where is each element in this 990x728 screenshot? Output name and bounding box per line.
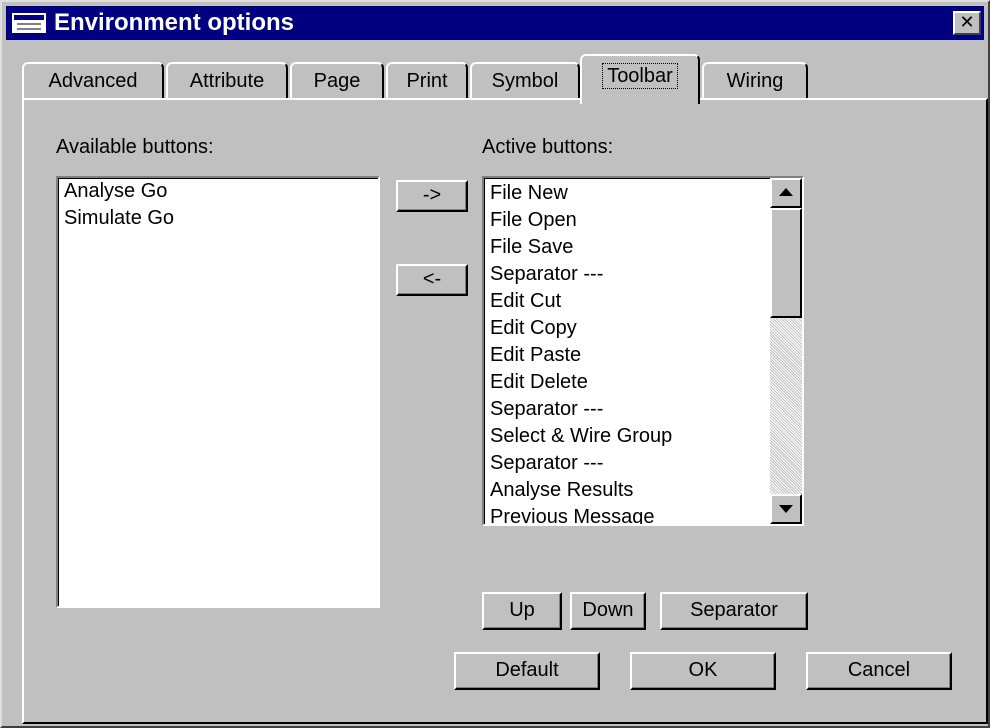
tab-label: Attribute — [189, 70, 265, 92]
tab-page[interactable]: Page — [290, 62, 384, 100]
active-buttons-list[interactable]: File New File Open File Save Separator -… — [482, 176, 804, 526]
list-item[interactable]: Edit Copy — [484, 315, 770, 342]
active-buttons-items: File New File Open File Save Separator -… — [484, 180, 770, 524]
available-buttons-label: Available buttons: — [56, 136, 214, 158]
active-list-scrollbar[interactable] — [770, 178, 802, 524]
toolbar-tab-panel: Available buttons: Analyse Go Simulate G… — [22, 98, 988, 724]
list-item[interactable]: Separator --- — [484, 450, 770, 477]
tab-label: Toolbar — [602, 63, 678, 89]
add-button[interactable]: -> — [396, 180, 468, 212]
list-item[interactable]: Separator --- — [484, 396, 770, 423]
tab-attribute[interactable]: Attribute — [166, 62, 288, 100]
tab-label: Page — [313, 70, 361, 92]
tab-print[interactable]: Print — [386, 62, 468, 100]
list-item[interactable]: Edit Cut — [484, 288, 770, 315]
close-icon[interactable]: ✕ — [953, 11, 981, 35]
down-button[interactable]: Down — [570, 592, 646, 630]
tab-label: Wiring — [726, 70, 784, 92]
tab-symbol[interactable]: Symbol — [470, 62, 580, 100]
list-item[interactable]: File Save — [484, 234, 770, 261]
list-item[interactable]: File Open — [484, 207, 770, 234]
tab-wiring[interactable]: Wiring — [702, 62, 808, 100]
window-title: Environment options — [54, 9, 294, 36]
list-item[interactable]: Analyse Go — [58, 178, 378, 205]
environment-options-dialog: Environment options ✕ Advanced Attribute… — [0, 0, 990, 728]
list-item[interactable]: Separator --- — [484, 261, 770, 288]
ok-button[interactable]: OK — [630, 652, 776, 690]
list-item[interactable]: Edit Paste — [484, 342, 770, 369]
available-buttons-list[interactable]: Analyse Go Simulate Go — [56, 176, 380, 608]
remove-button[interactable]: <- — [396, 264, 468, 296]
active-buttons-label: Active buttons: — [482, 136, 614, 158]
scroll-down-arrow-icon[interactable] — [770, 494, 802, 524]
separator-button[interactable]: Separator — [660, 592, 808, 630]
cancel-button[interactable]: Cancel — [806, 652, 952, 690]
tab-label: Advanced — [48, 70, 138, 92]
list-item[interactable]: Previous Message — [484, 504, 770, 524]
scroll-up-arrow-icon[interactable] — [770, 178, 802, 208]
default-button[interactable]: Default — [454, 652, 600, 690]
tab-advanced[interactable]: Advanced — [22, 62, 164, 100]
list-item[interactable]: File New — [484, 180, 770, 207]
window-icon — [12, 13, 46, 33]
up-button[interactable]: Up — [482, 592, 562, 630]
scroll-thumb[interactable] — [770, 208, 802, 318]
tab-label: Print — [406, 70, 448, 92]
list-item[interactable]: Edit Delete — [484, 369, 770, 396]
list-item[interactable]: Simulate Go — [58, 205, 378, 232]
title-bar[interactable]: Environment options ✕ — [6, 6, 984, 40]
tab-toolbar[interactable]: Toolbar — [580, 54, 700, 104]
list-item[interactable]: Select & Wire Group — [484, 423, 770, 450]
list-item[interactable]: Analyse Results — [484, 477, 770, 504]
tab-label: Symbol — [491, 70, 559, 92]
